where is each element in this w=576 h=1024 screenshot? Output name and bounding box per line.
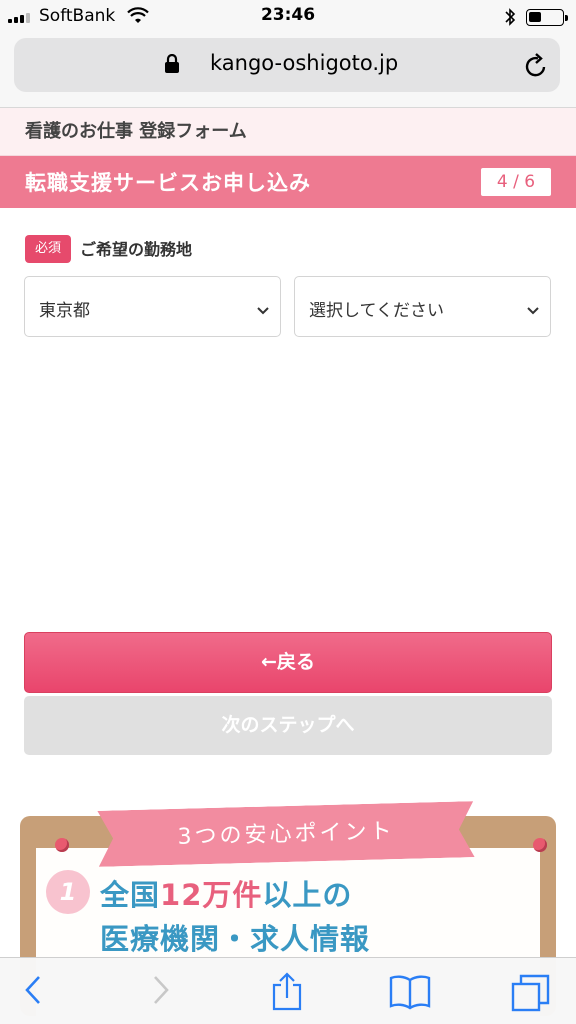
pin-icon [55,838,69,852]
tabs-icon[interactable] [510,972,552,1016]
form-title-bar: 看護のお仕事 登録フォーム [0,108,576,156]
chevron-down-icon [256,301,270,321]
promo-headline-line2: 医療機関・求人情報 [100,922,371,956]
promo-line1-highlight: 12万件 [160,878,263,912]
url-text: kango-oshigoto.jp [210,51,399,75]
step-counter: 4 / 6 [481,168,551,196]
step-header: 転職支援サービスお申し込み 4 / 6 [0,156,576,208]
promo-line1-pre: 全国 [100,878,161,912]
pin-icon [533,838,547,852]
battery-icon [526,9,568,26]
share-icon[interactable] [270,972,304,1016]
back-button[interactable]: ←戻る [24,632,552,693]
required-badge: 必須 [25,235,71,263]
city-select[interactable]: 選択してください [294,276,551,337]
next-step-button[interactable]: 次のステップへ [24,696,552,755]
field-label-work-location: ご希望の勤務地 [80,240,193,259]
city-select-value: 選択してください [309,301,444,321]
clock: 23:46 [260,5,316,25]
step-title: 転職支援サービスお申し込み [25,171,311,195]
back-arrow-icon[interactable] [22,972,44,1012]
address-bar[interactable]: kango-oshigoto.jp [14,38,560,92]
forward-arrow-icon[interactable] [150,972,172,1012]
promo-line1-post: 以上の [262,878,353,912]
bookmarks-icon[interactable] [388,972,432,1014]
status-bar: SoftBank 23:46 [0,0,576,34]
lock-icon [164,53,180,78]
page: SoftBank 23:46 kango-oshigoto.jp 看護のお仕事 … [0,0,576,1024]
browser-toolbar [0,957,576,1024]
form-title: 看護のお仕事 登録フォーム [25,121,247,142]
promo-headline-line1: 全国12万件以上の [100,872,352,914]
prefecture-select-value: 東京都 [39,301,90,321]
reload-icon[interactable] [524,52,548,82]
prefecture-select[interactable]: 東京都 [24,276,281,337]
promo-number-badge: 1 [46,870,90,914]
browser-address-area: kango-oshigoto.jp [0,34,576,108]
bluetooth-icon [504,7,516,31]
chevron-down-icon [526,301,540,321]
